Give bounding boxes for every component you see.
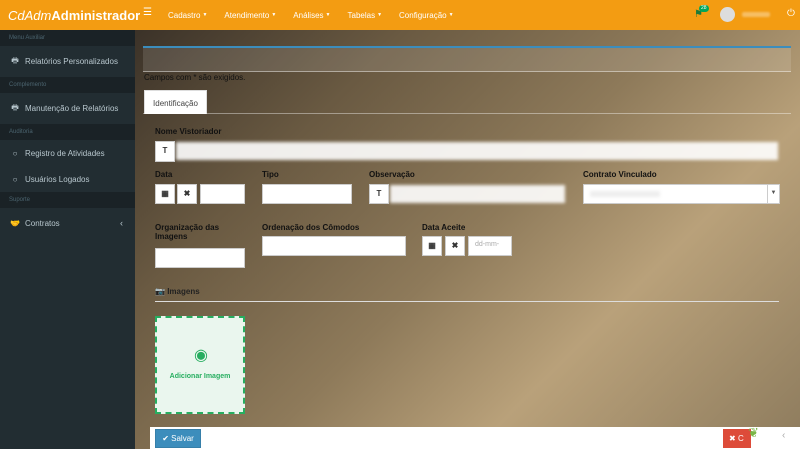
sidebar-item-registro-atividades[interactable]: ○ Registro de Atividades xyxy=(0,140,135,166)
section-label: Imagens xyxy=(167,287,200,296)
sidebar-item-usuarios-logados[interactable]: ○ Usuários Logados xyxy=(0,166,135,192)
nav-label: Cadastro xyxy=(168,10,201,20)
print-icon: 🖶 xyxy=(11,102,19,112)
divider xyxy=(143,71,791,72)
nav-tabelas[interactable]: Tabelas ▼ xyxy=(348,11,383,20)
sidebar-header: Suporte xyxy=(0,192,135,208)
brand-italic: CdAdm xyxy=(8,7,52,23)
user-name-blurred[interactable] xyxy=(742,12,770,17)
caret-down-icon: ▼ xyxy=(325,12,331,19)
camera-icon: ◉ xyxy=(194,347,208,364)
observacao-input[interactable] xyxy=(390,185,565,203)
tab-divider xyxy=(143,113,791,114)
sidebar-item-relatorios-personalizados[interactable]: 🖶 Relatórios Personalizados xyxy=(0,46,135,77)
add-image-dropzone[interactable]: ◉ Adicionar Imagem xyxy=(155,316,245,414)
contrato-vinculado-label: Contrato Vinculado xyxy=(583,170,657,179)
caret-down-icon: ▼ xyxy=(377,12,383,19)
ordenacao-comodos-label: Ordenação dos Cômodos xyxy=(262,223,360,232)
data-input[interactable] xyxy=(200,184,245,204)
debug-toolbar-logo-icon[interactable]: ❦ xyxy=(748,425,768,447)
caret-down-icon: ▼ xyxy=(448,12,454,19)
clear-icon[interactable]: ✖ xyxy=(177,184,197,204)
nome-vistoriador-input[interactable] xyxy=(176,142,778,160)
top-nav-menu: Cadastro ▼ Atendimento ▼ Análises ▼ Tabelas… xyxy=(168,0,454,30)
sidebar-header: Auditoria xyxy=(0,124,135,140)
sidebar: Menu Auxiliar 🖶 Relatórios Personalizados… xyxy=(0,30,135,449)
chevron-left-icon: ‹ xyxy=(120,218,123,228)
sidebar-item-contratos[interactable]: 🤝 Contratos ‹ xyxy=(0,208,135,239)
caret-down-icon: ▼ xyxy=(202,12,208,19)
calendar-icon[interactable]: ▦ xyxy=(422,236,442,256)
data-aceite-placeholder: dd-mm- xyxy=(475,241,500,248)
notification-badge: 28 xyxy=(699,5,709,12)
camera-icon: 📷 xyxy=(155,287,165,296)
nome-vistoriador-label: Nome Vistoriador xyxy=(155,127,222,136)
data-aceite-label: Data Aceite xyxy=(422,223,466,232)
brand-logo[interactable]: CdAdm Administrador xyxy=(0,0,140,30)
save-button[interactable]: ✔ Salvar xyxy=(155,429,201,448)
caret-down-icon: ▼ xyxy=(271,12,277,19)
nav-label: Análises xyxy=(293,10,324,20)
tipo-label: Tipo xyxy=(262,170,279,179)
save-label: Salvar xyxy=(171,434,194,443)
nav-label: Tabelas xyxy=(347,10,376,20)
times-icon: ✖ xyxy=(729,434,736,443)
sidebar-header: Menu Auxiliar xyxy=(0,30,135,46)
handshake-icon: 🤝 xyxy=(10,219,20,228)
tipo-input[interactable] xyxy=(262,184,352,204)
section-divider xyxy=(155,301,779,302)
cancel-label: C xyxy=(737,434,744,443)
sidebar-item-label: Manutenção de Relatórios xyxy=(25,104,119,113)
contrato-vinculado-select[interactable] xyxy=(583,184,780,204)
nav-configuracao[interactable]: Configuração ▼ xyxy=(399,11,454,20)
images-section-title: 📷 Imagens xyxy=(155,287,200,296)
sidebar-item-label: Contratos xyxy=(25,219,60,228)
chevron-left-icon[interactable]: ‹ xyxy=(782,430,785,441)
check-icon: ✔ xyxy=(162,434,169,443)
organizacao-imagens-input[interactable] xyxy=(155,248,245,268)
required-note: Campos com * são exigidos. xyxy=(144,73,246,82)
data-label: Data xyxy=(155,170,173,179)
sidebar-item-manutencao-relatorios[interactable]: 🖶 Manutenção de Relatórios xyxy=(0,93,135,124)
circle-icon: ○ xyxy=(12,174,18,184)
cancel-button[interactable]: ✖ C xyxy=(723,429,751,448)
nav-analises[interactable]: Análises ▼ xyxy=(293,11,330,20)
text-addon: T xyxy=(369,184,389,204)
nav-label: Configuração xyxy=(399,10,447,20)
ordenacao-comodos-input[interactable] xyxy=(262,236,406,256)
select-value-blurred xyxy=(590,191,660,197)
print-icon: 🖶 xyxy=(11,55,19,65)
label-line: Imagens xyxy=(155,232,188,241)
circle-icon: ○ xyxy=(12,148,18,158)
text-addon: T xyxy=(155,141,175,162)
nav-label: Atendimento xyxy=(224,10,270,20)
power-icon[interactable]: ⏻ xyxy=(787,8,795,19)
bars-icon[interactable]: ☰ xyxy=(143,8,152,18)
label-line: Organização das xyxy=(155,223,220,232)
clear-icon[interactable]: ✖ xyxy=(445,236,465,256)
nav-cadastro[interactable]: Cadastro ▼ xyxy=(168,11,207,20)
calendar-icon[interactable]: ▦ xyxy=(155,184,175,204)
sidebar-item-label: Registro de Atividades xyxy=(25,148,105,158)
sidebar-item-label: Relatórios Personalizados xyxy=(25,57,118,66)
box-header xyxy=(143,48,791,71)
form-footer xyxy=(150,427,800,449)
organizacao-imagens-label: Organização das Imagens xyxy=(155,223,219,241)
brand-bold: Administrador xyxy=(51,7,141,23)
nav-atendimento[interactable]: Atendimento ▼ xyxy=(224,11,276,20)
caret-down-icon[interactable]: ▼ xyxy=(767,184,779,204)
user-avatar[interactable] xyxy=(720,7,735,22)
tab-identificacao[interactable]: Identificação xyxy=(144,90,207,114)
sidebar-item-label: Usuários Logados xyxy=(25,174,90,184)
observacao-label: Observação xyxy=(369,170,415,179)
sidebar-header: Complemento xyxy=(0,77,135,93)
add-image-label: Adicionar Imagem xyxy=(169,373,231,380)
